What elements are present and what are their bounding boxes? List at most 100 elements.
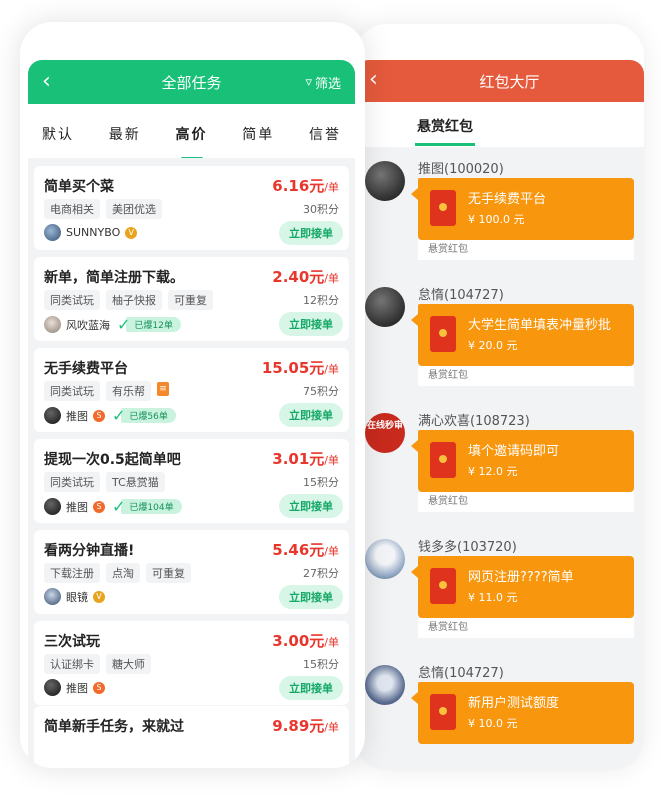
red-packet-tabbar: 悬赏红包 <box>355 102 644 147</box>
task-card[interactable]: 新单，简单注册下载。 2.40元/单 同类试玩 柚子快报 可重复 12积分 风吹… <box>34 257 349 341</box>
task-list: 简单买个菜 6.16元/单 电商相关 美团优选 30积分 SUNNYBO V 立… <box>28 158 355 768</box>
red-packet-footer: 悬赏红包 <box>418 240 634 260</box>
avatar[interactable] <box>365 665 405 705</box>
take-order-button[interactable]: 立即接单 <box>279 221 343 245</box>
task-tag: 同类试玩 <box>44 381 100 401</box>
red-packet-bubble[interactable]: 网页注册????简单 ¥ 11.0 元 <box>411 556 634 618</box>
sender-name: 怠惰(104727) <box>418 666 504 681</box>
tab-default[interactable]: 默认 <box>42 104 74 158</box>
task-publisher: 眼镜 V <box>44 588 105 605</box>
task-tags: 电商相关 美团优选 <box>44 199 162 219</box>
list-item: 推图(100020) 无手续费平台 ¥ 100.0 元 悬赏红包 <box>355 147 644 267</box>
task-tags: 同类试玩 有乐帮 ≡ <box>44 381 169 401</box>
task-tag: 认证绑卡 <box>44 654 100 674</box>
task-card[interactable]: 简单买个菜 6.16元/单 电商相关 美团优选 30积分 SUNNYBO V 立… <box>34 166 349 250</box>
task-price: 3.00元/单 <box>272 632 339 650</box>
publisher-name: 风吹蓝海 <box>66 318 110 332</box>
task-price: 9.89元/单 <box>272 717 339 735</box>
task-price: 6.16元/单 <box>272 177 339 195</box>
red-packet-amount: ¥ 11.0 元 <box>468 591 518 604</box>
take-order-button[interactable]: 立即接单 <box>279 585 343 609</box>
tab-simple[interactable]: 简单 <box>242 104 274 158</box>
task-publisher: 推图 S <box>44 679 105 696</box>
task-price: 2.40元/单 <box>272 268 339 286</box>
tab-reward-red-packet[interactable]: 悬赏红包 <box>415 116 475 146</box>
sold-count-badge: ✓ 已爆56单 <box>112 406 176 425</box>
task-tag: 可重复 <box>168 290 213 310</box>
task-points: 30积分 <box>303 203 339 216</box>
red-packet-hall-screen: ‹ 红包大厅 悬赏红包 推图(100020) 无手续费平台 ¥ 100.0 元 … <box>355 24 644 770</box>
all-tasks-screen: ‹ 全部任务 ▿ 筛选 默认 最新 高价 简单 信誉 简单买个菜 6.16元/单… <box>20 22 365 768</box>
task-price: 3.01元/单 <box>272 450 339 468</box>
task-card[interactable]: 三次试玩 3.00元/单 认证绑卡 糖大师 15积分 推图 S 立即接单 <box>34 621 349 705</box>
task-publisher: 推图 S ✓ 已爆56单 <box>44 406 176 425</box>
task-tag: 糖大师 <box>106 654 151 674</box>
task-card[interactable]: 看两分钟直播! 5.46元/单 下载注册 点淘 可重复 27积分 眼镜 V 立即… <box>34 530 349 614</box>
task-card[interactable]: 简单新手任务，来就过 9.89元/单 <box>34 706 349 768</box>
take-order-button[interactable]: 立即接单 <box>279 494 343 518</box>
task-tag: 下载注册 <box>44 563 100 583</box>
red-packet-bubble[interactable]: 填个邀请码即可 ¥ 12.0 元 <box>411 430 634 492</box>
red-packet-text: 无手续费平台 <box>468 192 547 207</box>
task-points: 75积分 <box>303 385 339 398</box>
publisher-name: 推图 <box>66 500 88 514</box>
task-tag: 电商相关 <box>44 199 100 219</box>
task-publisher: SUNNYBO V <box>44 224 138 241</box>
red-packet-amount: ¥ 12.0 元 <box>468 465 518 478</box>
avatar[interactable] <box>365 539 405 579</box>
document-icon: ≡ <box>157 382 169 396</box>
task-tags: 认证绑卡 糖大师 <box>44 654 151 674</box>
red-envelope-icon <box>430 190 456 226</box>
publisher-name: SUNNYBO <box>66 226 121 239</box>
task-title: 简单买个菜 <box>44 179 114 195</box>
avatar[interactable] <box>365 161 405 201</box>
task-tag: 点淘 <box>106 563 140 583</box>
tab-high-price[interactable]: 高价 <box>176 104 208 158</box>
task-tag: 同类试玩 <box>44 290 100 310</box>
red-packet-bubble[interactable]: 无手续费平台 ¥ 100.0 元 <box>411 178 634 240</box>
check-icon: ✓ <box>112 497 126 516</box>
filter-button[interactable]: ▿ 筛选 <box>305 73 341 92</box>
red-packet-text: 网页注册????简单 <box>468 570 574 585</box>
task-tags: 下载注册 点淘 可重复 <box>44 563 191 583</box>
red-packet-text: 填个邀请码即可 <box>468 444 560 459</box>
red-packet-footer: 悬赏红包 <box>418 366 634 386</box>
level-badge-icon: S <box>93 500 105 513</box>
red-envelope-icon <box>430 694 456 730</box>
red-packet-bubble[interactable]: 新用户测试额度 ¥ 10.0 元 <box>411 682 634 744</box>
sender-name: 推图(100020) <box>418 162 504 177</box>
sender-name: 怠惰(104727) <box>418 288 504 303</box>
avatar[interactable] <box>365 287 405 327</box>
task-points: 15积分 <box>303 658 339 671</box>
publisher-name: 推图 <box>66 409 88 423</box>
task-card[interactable]: 提现一次0.5起简单吧 3.01元/单 同类试玩 TC悬赏猫 15积分 推图 S… <box>34 439 349 523</box>
task-publisher: 推图 S ✓ 已爆104单 <box>44 497 182 516</box>
tab-reputation[interactable]: 信誉 <box>309 104 341 158</box>
sold-count-badge: ✓ 已爆12单 <box>117 315 181 334</box>
take-order-button[interactable]: 立即接单 <box>279 676 343 700</box>
red-packet-list: 推图(100020) 无手续费平台 ¥ 100.0 元 悬赏红包 怠惰(1047… <box>355 147 644 770</box>
red-envelope-icon <box>430 316 456 352</box>
task-tag: 有乐帮 <box>106 381 151 401</box>
funnel-icon: ▿ <box>305 75 312 90</box>
publisher-name: 眼镜 <box>66 590 88 604</box>
task-price: 15.05元/单 <box>261 359 339 377</box>
red-packet-bubble[interactable]: 大学生简单填表冲量秒批 ¥ 20.0 元 <box>411 304 634 366</box>
sold-count-badge: ✓ 已爆104单 <box>112 497 182 516</box>
level-badge-icon: S <box>93 409 105 422</box>
avatar <box>44 316 61 333</box>
take-order-button[interactable]: 立即接单 <box>279 403 343 427</box>
red-packet-text: 新用户测试额度 <box>468 696 560 711</box>
sold-count: 已爆12单 <box>126 317 181 332</box>
task-price: 5.46元/单 <box>272 541 339 559</box>
avatar <box>44 224 61 241</box>
red-packet-amount: ¥ 100.0 元 <box>468 213 525 226</box>
sender-name: 钱多多(103720) <box>418 540 517 555</box>
filter-label: 筛选 <box>314 77 341 92</box>
take-order-button[interactable]: 立即接单 <box>279 312 343 336</box>
task-tag: 柚子快报 <box>106 290 162 310</box>
avatar[interactable]: 在线秒审 <box>365 413 405 453</box>
tab-latest[interactable]: 最新 <box>109 104 141 158</box>
task-card[interactable]: 无手续费平台 15.05元/单 同类试玩 有乐帮 ≡ 75积分 推图 S ✓ 已… <box>34 348 349 432</box>
vip-badge-icon: V <box>93 590 105 603</box>
